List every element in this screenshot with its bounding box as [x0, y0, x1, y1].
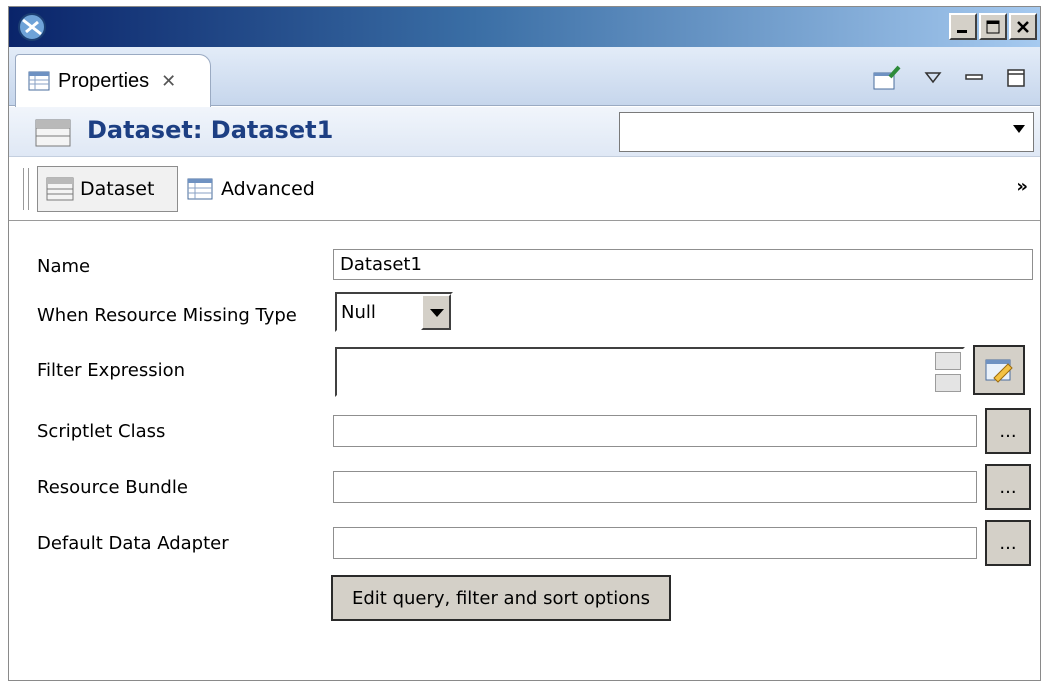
tab-label: Properties: [58, 69, 150, 92]
filter-scroll-buttons[interactable]: [935, 352, 961, 396]
resource-bundle-field[interactable]: [333, 471, 977, 503]
browse-adapter-label: ...: [999, 532, 1017, 554]
toolbar-grip[interactable]: [23, 168, 29, 210]
edit-expression-button[interactable]: [973, 345, 1025, 395]
close-icon[interactable]: [1009, 13, 1037, 40]
edit-query-label: Edit query, filter and sort options: [351, 587, 651, 609]
resource-missing-type-select[interactable]: Null: [335, 292, 453, 332]
chevron-down-icon[interactable]: [1013, 125, 1025, 133]
scroll-down-icon[interactable]: [935, 374, 961, 392]
tab-dataset[interactable]: Dataset: [37, 166, 178, 212]
browse-bundle-button[interactable]: ...: [985, 464, 1031, 510]
tab-advanced-label: Advanced: [221, 178, 315, 200]
dataset-icon: [46, 177, 74, 201]
maximize-view-icon[interactable]: [1006, 68, 1026, 88]
expression-editor-icon: [985, 359, 1013, 383]
scriptlet-class-field[interactable]: [333, 415, 977, 447]
tab-advanced[interactable]: Advanced: [187, 166, 315, 212]
more-tabs-button[interactable]: »: [1016, 176, 1028, 197]
advanced-table-icon: [187, 178, 213, 200]
tab-properties[interactable]: Properties ✕: [15, 54, 211, 107]
element-selector-combo[interactable]: [619, 112, 1034, 152]
section-header: Dataset: Dataset1: [9, 107, 1040, 157]
minimize-icon[interactable]: [949, 13, 977, 40]
view-tab-strip: Properties ✕: [9, 47, 1040, 107]
maximize-icon[interactable]: [979, 13, 1007, 40]
scroll-up-icon[interactable]: [935, 352, 961, 370]
close-tab-icon[interactable]: ✕: [161, 71, 176, 92]
default-data-adapter-field[interactable]: [333, 527, 977, 559]
name-field[interactable]: Dataset1: [333, 249, 1033, 280]
resource-bundle-label: Resource Bundle: [37, 477, 188, 498]
resource-missing-type-value: Null: [341, 301, 376, 323]
edit-query-button[interactable]: Edit query, filter and sort options: [331, 575, 671, 621]
browse-scriptlet-button[interactable]: ...: [985, 408, 1031, 454]
title-bar[interactable]: [9, 7, 1040, 47]
browse-adapter-button[interactable]: ...: [985, 520, 1031, 566]
filter-expression-field[interactable]: [335, 347, 965, 397]
default-data-adapter-label: Default Data Adapter: [37, 533, 229, 554]
pin-editor-icon[interactable]: [872, 65, 902, 91]
minimize-view-icon[interactable]: [964, 71, 984, 85]
name-value: Dataset1: [340, 254, 422, 275]
app-logo-icon: [18, 13, 46, 41]
properties-table-icon: [28, 71, 50, 91]
page-title: Dataset: Dataset1: [87, 116, 334, 144]
resource-missing-type-label: When Resource Missing Type: [37, 305, 297, 326]
view-menu-icon[interactable]: [924, 71, 942, 85]
name-label: Name: [37, 256, 91, 277]
properties-window: Properties ✕ Dataset: Dataset1 Dataset A…: [8, 6, 1041, 681]
dataset-icon: [35, 119, 71, 147]
tab-dataset-label: Dataset: [80, 178, 155, 200]
section-toolbar: Dataset Advanced »: [9, 158, 1040, 221]
browse-bundle-label: ...: [999, 476, 1017, 498]
filter-expression-label: Filter Expression: [37, 360, 186, 381]
chevron-down-icon[interactable]: [421, 294, 451, 330]
browse-scriptlet-label: ...: [999, 420, 1017, 442]
scriptlet-class-label: Scriptlet Class: [37, 421, 166, 442]
